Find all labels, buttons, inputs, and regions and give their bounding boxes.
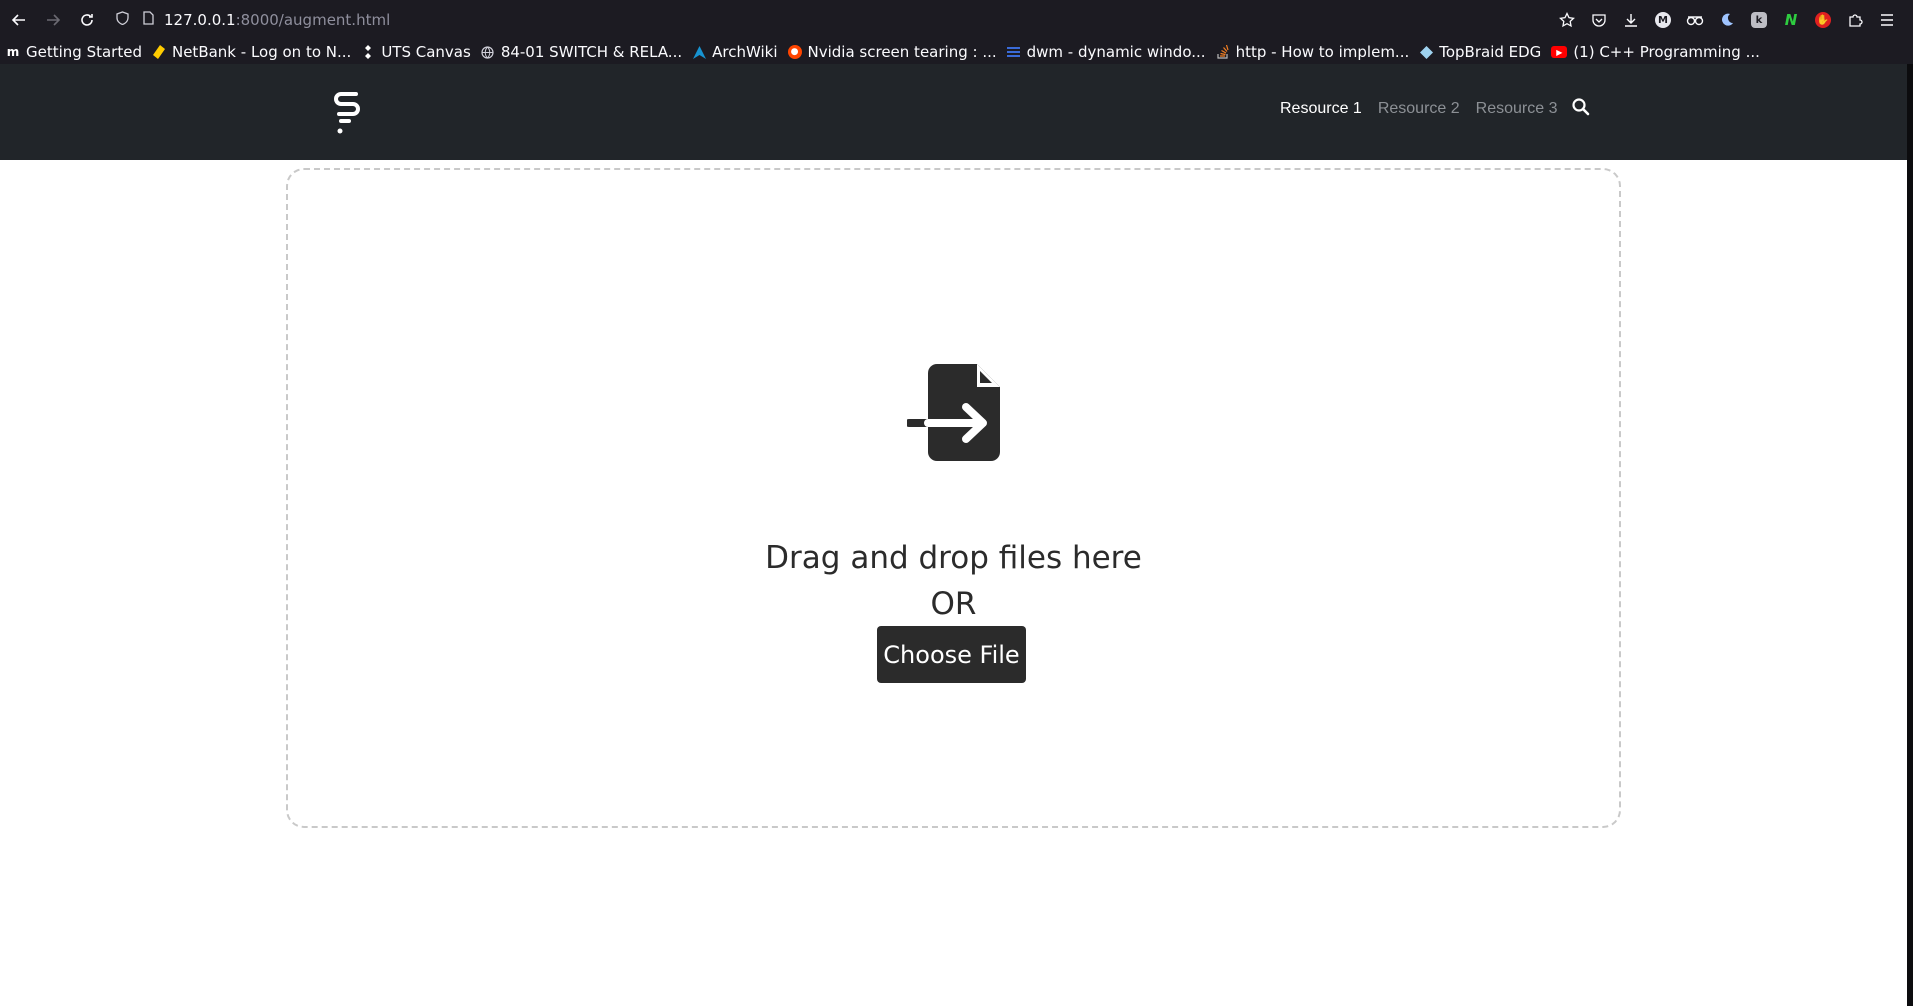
bookmark-item[interactable]: ArchWiki (692, 43, 778, 61)
arch-icon (692, 45, 706, 59)
m-extension-icon: M (1655, 12, 1671, 28)
stackoverflow-icon (1216, 45, 1230, 59)
shield-icon (112, 11, 132, 29)
bookmark-label: Nvidia screen tearing : ... (807, 43, 997, 61)
mdn-icon: m (6, 45, 20, 59)
page-icon (138, 11, 158, 29)
dropzone-instruction: Drag and drop files here (765, 540, 1142, 576)
file-dropzone[interactable]: Drag and drop files here OR Choose File (286, 168, 1621, 828)
bookmark-item[interactable]: NetBank - Log on to N... (152, 43, 351, 61)
site-header: Resource 1 Resource 2 Resource 3 (0, 64, 1907, 160)
bookmark-item[interactable]: m Getting Started (6, 43, 142, 61)
bookmark-label: (1) C++ Programming ... (1573, 43, 1760, 61)
main-content: Drag and drop files here OR Choose File (0, 160, 1907, 1006)
bookmark-label: Getting Started (26, 43, 142, 61)
extension-mask-button[interactable] (1679, 0, 1711, 40)
download-icon (1625, 14, 1637, 27)
bookmark-star-button[interactable] (1551, 0, 1583, 40)
extension-n-button[interactable]: N (1775, 0, 1807, 40)
pocket-button[interactable] (1583, 0, 1615, 40)
moon-icon (1722, 13, 1733, 26)
extension-k-button[interactable]: k (1743, 0, 1775, 40)
bookmark-label: ArchWiki (712, 43, 778, 61)
back-arrow-icon (11, 14, 25, 26)
bookmarks-bar: m Getting Started NetBank - Log on to N.… (0, 40, 1913, 64)
globe-icon (481, 45, 495, 59)
bookmark-label: UTS Canvas (381, 43, 471, 61)
search-icon[interactable] (1571, 97, 1591, 117)
bookmark-label: http - How to implem... (1235, 43, 1410, 61)
url-host: 127.0.0.1 (164, 11, 236, 29)
site-logo-icon[interactable] (332, 90, 362, 136)
extensions-button[interactable] (1839, 0, 1871, 40)
bookmark-item[interactable]: ▶ (1) C++ Programming ... (1551, 43, 1760, 61)
star-icon (1559, 12, 1575, 28)
puzzle-icon (1849, 14, 1863, 27)
forward-arrow-icon (47, 14, 61, 26)
k-extension-icon: k (1751, 12, 1767, 28)
window-edge (1907, 64, 1913, 1006)
url-path: :8000/augment.html (235, 11, 391, 29)
nav-link-resource-2[interactable]: Resource 2 (1378, 100, 1460, 118)
extension-red-button[interactable]: ✋ (1807, 0, 1839, 40)
mask-icon (1686, 16, 1704, 26)
netbank-icon (152, 45, 166, 59)
forward-button[interactable] (36, 0, 70, 40)
hamburger-icon (1881, 14, 1893, 26)
n-extension-icon: N (1784, 11, 1798, 29)
suckless-icon (1007, 45, 1021, 59)
reload-button[interactable] (70, 0, 104, 40)
file-import-icon (907, 364, 1000, 461)
bookmark-label: TopBraid EDG (1439, 43, 1542, 61)
red-extension-icon: ✋ (1815, 12, 1831, 28)
nav-link-resource-1[interactable]: Resource 1 (1280, 100, 1362, 118)
bookmark-label: NetBank - Log on to N... (171, 43, 352, 61)
bookmark-item[interactable]: TopBraid EDG (1419, 43, 1541, 61)
reddit-icon: ● (787, 45, 802, 59)
extension-darkmode-button[interactable] (1711, 0, 1743, 40)
menu-button[interactable] (1871, 0, 1903, 40)
bookmark-item[interactable]: 84-01 SWITCH & RELA... (481, 43, 682, 61)
bookmark-item[interactable]: UTS Canvas (361, 43, 471, 61)
topbraid-icon (1419, 45, 1433, 59)
extension-m-button[interactable]: M (1647, 0, 1679, 40)
bookmark-item[interactable]: ● Nvidia screen tearing : ... (787, 43, 997, 61)
pocket-icon (1592, 14, 1606, 27)
browser-toolbar: 127.0.0.1:8000/augment.html M k N ✋ (0, 0, 1913, 40)
nav-link-resource-3[interactable]: Resource 3 (1476, 100, 1558, 118)
youtube-icon: ▶ (1551, 46, 1568, 58)
dropzone-or-label: OR (930, 586, 977, 622)
url-bar[interactable]: 127.0.0.1:8000/augment.html (112, 5, 1532, 35)
main-nav: Resource 1 Resource 2 Resource 3 (1280, 100, 1573, 118)
bookmark-item[interactable]: http - How to implem... (1216, 43, 1410, 61)
bookmark-item[interactable]: dwm - dynamic windo... (1007, 43, 1206, 61)
bookmark-label: dwm - dynamic windo... (1026, 43, 1206, 61)
choose-file-button[interactable]: Choose File (877, 626, 1026, 683)
back-button[interactable] (2, 0, 36, 40)
canvas-icon (361, 45, 375, 59)
bookmark-label: 84-01 SWITCH & RELA... (500, 43, 683, 61)
downloads-button[interactable] (1615, 0, 1647, 40)
reload-icon (81, 14, 93, 26)
